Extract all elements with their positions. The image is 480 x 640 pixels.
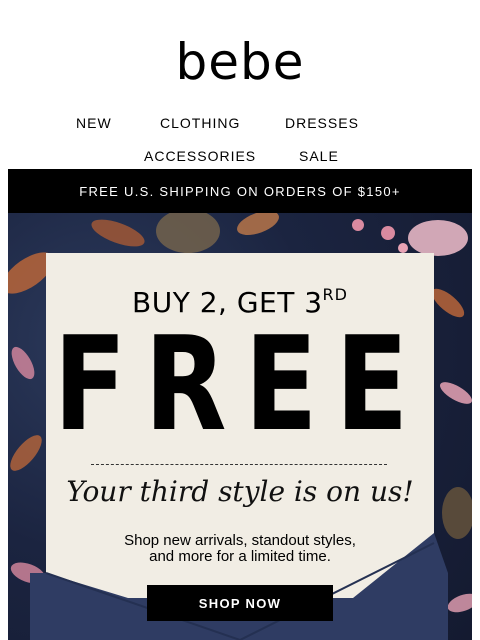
promo-body: Shop new arrivals, standout styles, and …	[8, 533, 472, 565]
promo-hero[interactable]: BUY 2, GET 3RD FREE Your third style is …	[8, 213, 472, 640]
promo-body-line-2: and more for a limited time.	[149, 548, 331, 565]
dashed-divider	[91, 464, 387, 465]
promo-body-line-1: Shop new arrivals, standout styles,	[124, 532, 356, 549]
nav-item-dresses[interactable]: DRESSES	[285, 115, 359, 131]
promo-free-text: FREE	[53, 308, 427, 460]
shop-now-button[interactable]: SHOP NOW	[147, 585, 333, 621]
free-shipping-text: FREE U.S. SHIPPING ON ORDERS OF $150+	[79, 183, 401, 199]
nav-item-clothing[interactable]: CLOTHING	[160, 115, 240, 131]
nav-item-sale[interactable]: SALE	[299, 148, 339, 164]
promo-tagline: Your third style is on us!	[66, 475, 414, 508]
headline-superscript: RD	[322, 285, 348, 304]
nav-item-new[interactable]: NEW	[76, 115, 112, 131]
nav-item-accessories[interactable]: ACCESSORIES	[144, 148, 256, 164]
brand-logo[interactable]: bebe	[0, 30, 480, 94]
free-shipping-banner[interactable]: FREE U.S. SHIPPING ON ORDERS OF $150+	[8, 169, 472, 213]
